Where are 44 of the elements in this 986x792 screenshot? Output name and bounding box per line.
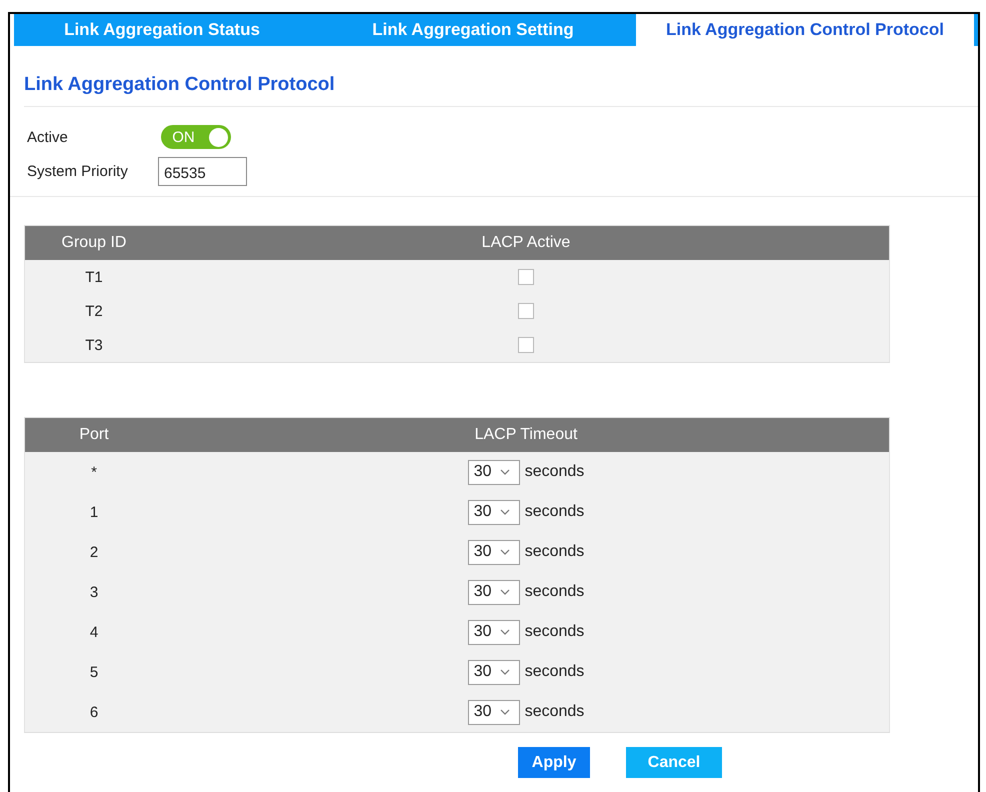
chevron-down-icon — [500, 468, 510, 476]
seconds-label: seconds — [524, 663, 584, 681]
group-id-cell: T1 — [85, 268, 103, 286]
system-priority-field[interactable]: 65535 — [158, 157, 247, 186]
lacp-active-checkbox[interactable] — [518, 269, 534, 285]
timeout-dropdown[interactable]: 30 — [468, 620, 520, 644]
apply-button[interactable]: Apply — [518, 747, 590, 778]
seconds-label: seconds — [524, 623, 584, 641]
timeout-dropdown[interactable]: 30 — [468, 460, 520, 484]
timeout-dropdown[interactable]: 30 — [468, 660, 520, 684]
port-cell: 4 — [90, 624, 98, 640]
chevron-down-icon — [500, 668, 510, 676]
seconds-label: seconds — [524, 703, 584, 721]
group-id-cell: T2 — [85, 302, 103, 320]
system-priority-label: System Priority — [27, 163, 128, 180]
chevron-down-icon — [500, 548, 510, 556]
lacp-active-checkbox[interactable] — [518, 337, 534, 353]
port-cell: 6 — [90, 704, 98, 720]
chevron-down-icon — [500, 508, 510, 516]
column-header: LACP Active — [482, 234, 570, 252]
active-label: Active — [27, 128, 68, 146]
chevron-down-icon — [500, 628, 510, 636]
lacp-active-checkbox[interactable] — [518, 303, 534, 319]
timeout-dropdown[interactable]: 30 — [468, 540, 520, 564]
port-cell: * — [91, 464, 97, 480]
port-cell: 5 — [90, 664, 98, 680]
seconds-label: seconds — [524, 463, 584, 481]
section-title: Link Aggregation Control Protocol — [24, 74, 335, 96]
timeout-dropdown[interactable]: 30 — [468, 700, 520, 724]
column-header: Group ID — [62, 234, 126, 252]
chevron-down-icon — [500, 588, 510, 596]
group-id-cell: T3 — [85, 336, 103, 354]
column-header: LACP Timeout — [474, 426, 578, 444]
seconds-label: seconds — [524, 583, 584, 601]
timeout-dropdown[interactable]: 30 — [468, 580, 520, 604]
port-cell: 3 — [90, 584, 98, 600]
chevron-down-icon — [500, 708, 510, 716]
port-cell: 1 — [90, 504, 98, 520]
port-cell: 2 — [90, 544, 98, 560]
seconds-label: seconds — [524, 503, 584, 521]
seconds-label: seconds — [524, 543, 584, 561]
timeout-dropdown[interactable]: 30 — [468, 500, 520, 524]
column-header: Port — [79, 426, 109, 444]
tab[interactable]: Link Aggregation Control Protocol — [636, 14, 974, 46]
